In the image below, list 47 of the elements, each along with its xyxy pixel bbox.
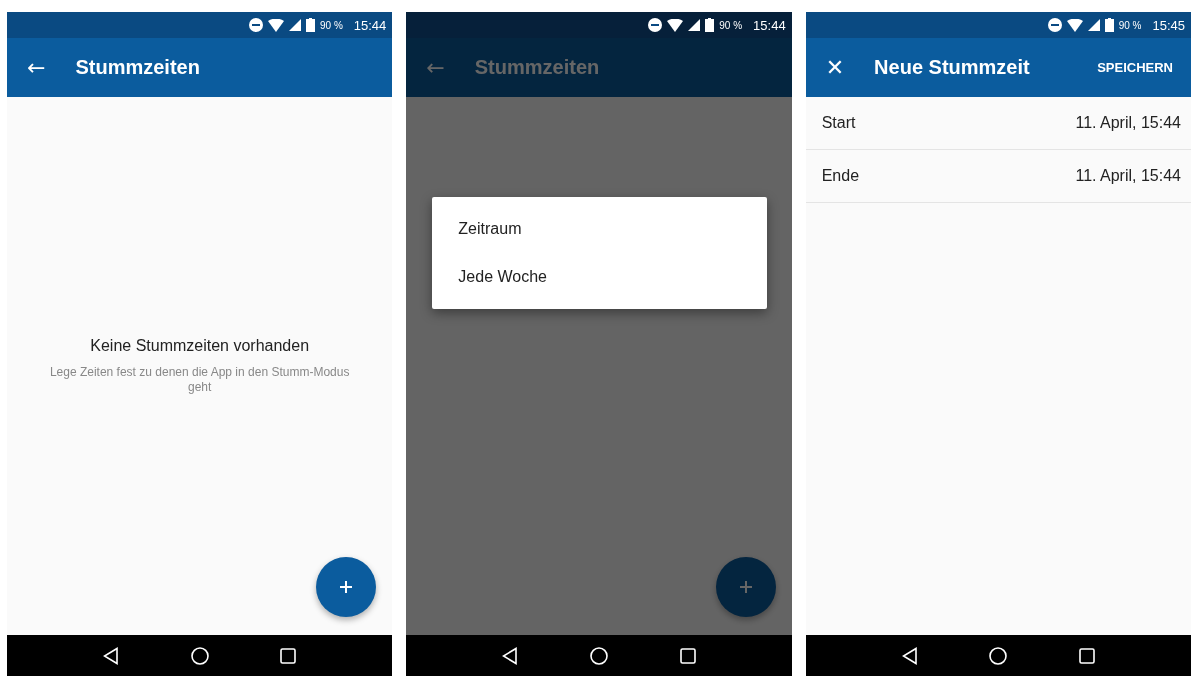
home-circle-icon[interactable]	[589, 646, 608, 665]
back-triangle-icon[interactable]	[102, 646, 119, 665]
recents-square-icon[interactable]	[679, 647, 696, 664]
app-bar-title: Stummzeiten	[474, 56, 601, 79]
menu-item[interactable]: Zeitraum	[432, 205, 767, 253]
recents-square-icon[interactable]	[280, 647, 297, 664]
home-circle-icon[interactable]	[989, 646, 1008, 665]
menu-item[interactable]: Jede Woche	[432, 253, 767, 301]
wifi-icon	[667, 18, 684, 32]
row-label: Ende	[821, 167, 860, 185]
battery-percent: 90 %	[320, 19, 343, 31]
home-circle-icon[interactable]	[190, 646, 209, 665]
battery-icon	[705, 18, 715, 32]
battery-percent: 90 %	[719, 19, 743, 31]
battery-icon	[306, 18, 315, 32]
row-value: 11. April, 15:44	[1075, 114, 1181, 132]
wifi-icon	[1066, 18, 1083, 32]
status-time: 15:44	[753, 17, 786, 33]
wifi-icon	[268, 18, 284, 32]
signal-icon	[289, 19, 301, 31]
form-row[interactable]: Start 11. April, 15:44	[805, 97, 1191, 150]
add-button[interactable]	[316, 557, 377, 617]
empty-title: Keine Stummzeiten vorhanden	[90, 337, 310, 355]
row-value: 11. April, 15:44	[1075, 167, 1181, 185]
do-not-disturb-icon	[648, 18, 663, 32]
signal-icon	[1087, 19, 1100, 31]
save-button[interactable]: SPEICHERN	[1095, 54, 1175, 81]
form-row[interactable]: Ende 11. April, 15:44	[805, 150, 1191, 203]
plus-icon	[338, 579, 355, 595]
battery-icon	[1104, 18, 1114, 32]
app-bar-title: Stummzeiten	[75, 56, 201, 79]
status-time: 15:45	[1152, 17, 1185, 33]
back-triangle-icon[interactable]	[502, 646, 519, 665]
row-label: Start	[821, 114, 856, 132]
navigation-button[interactable]: ✕	[825, 56, 845, 79]
back-triangle-icon[interactable]	[901, 646, 918, 665]
signal-icon	[688, 19, 701, 31]
do-not-disturb-icon	[1047, 18, 1062, 32]
recents-square-icon[interactable]	[1079, 647, 1096, 664]
navigation-button[interactable]: ←	[27, 56, 46, 79]
battery-percent: 90 %	[1118, 19, 1142, 31]
empty-message: Lege Zeiten fest zu denen die App in den Stumm-Modus geht	[48, 365, 351, 395]
status-time: 15:44	[353, 17, 387, 33]
do-not-disturb-icon	[249, 18, 263, 32]
plus-icon	[737, 579, 754, 595]
app-bar-title: Neue Stummzeit	[874, 56, 1031, 79]
add-button[interactable]	[715, 557, 776, 617]
